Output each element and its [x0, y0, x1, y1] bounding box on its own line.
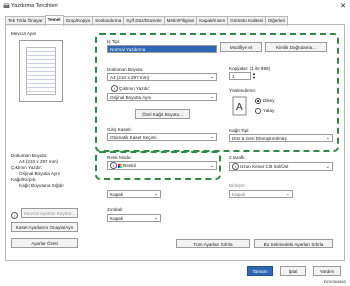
output-label: Çıktının Yazdır: — [11, 165, 43, 170]
preview-label: Mevcut Ayar — [11, 31, 37, 36]
close-icon[interactable]: ✕ — [340, 2, 346, 10]
combine-select[interactable]: Kapak ⌄ — [107, 190, 161, 198]
highlight-frame-color — [95, 151, 221, 180]
stapler-value: Kapak — [232, 192, 246, 197]
staple-value: Kapak — [110, 216, 124, 221]
help-button[interactable]: Yardım — [313, 266, 341, 276]
highlight-frame-main — [95, 33, 339, 152]
printer-icon — [3, 3, 10, 8]
feed-label: Kağıt/Kırpık: — [11, 177, 37, 182]
stapler-select[interactable]: Kapak ⌄ — [229, 190, 293, 198]
docsize-label: Dokuman Boyutu: — [11, 153, 48, 158]
chevron-down-icon: ⌄ — [325, 164, 330, 170]
info-icon: i — [11, 212, 19, 219]
page-thumbnail — [26, 47, 56, 95]
page-preview — [19, 40, 63, 102]
feed-value: Kağıt Boyutuna Sığdır — [19, 183, 64, 188]
reset-all-button[interactable]: Tüm Ayarları Sıfırla — [176, 239, 250, 248]
output-value: Orijinal Boyutla Aynı — [19, 171, 61, 176]
combine-value: Kapak — [110, 192, 124, 197]
window-title: Yazdırma Tercihleri — [11, 3, 58, 9]
tab-bar: Tek Tıkla Önayar Temel Grup/Kopya Sonlan… — [5, 15, 289, 26]
chevron-down-icon: ⌄ — [153, 215, 158, 221]
ok-button[interactable]: Tamam — [247, 266, 273, 276]
duplex-label: 2 taraflı: — [229, 155, 246, 160]
duplex-value: Uzun Kenar Cilt Sol/Üst — [240, 164, 289, 169]
chevron-down-icon: ⌄ — [153, 191, 158, 197]
settings-summary-button[interactable]: Ayarlar Özeti — [11, 238, 78, 248]
save-settings-button[interactable]: Mevcut Ayarları Kaydet... — [21, 208, 78, 218]
staple-select[interactable]: Kapak ⌄ — [107, 214, 161, 222]
reset-tab-button[interactable]: Bu Sekmedeki Ayarları Sıfırla — [254, 239, 333, 248]
figure-code: DOC004543 — [323, 279, 346, 284]
tray-settings-button[interactable]: Kaset Ayarlarını Onayla/Ayn — [11, 222, 78, 232]
cancel-button[interactable]: İptal — [280, 266, 306, 276]
staple-label: Zımbalı: — [107, 207, 124, 212]
chevron-down-icon: ⌄ — [285, 191, 290, 197]
title-bar: Yazdırma Tercihleri ✕ — [0, 0, 350, 12]
stapler-label: Birleştir: — [229, 183, 246, 188]
duplex-select[interactable]: i Uzun Kenar Cilt Sol/Üst ⌄ — [229, 162, 333, 171]
docsize-value: A4 (210 x 297 mm) — [19, 159, 59, 164]
